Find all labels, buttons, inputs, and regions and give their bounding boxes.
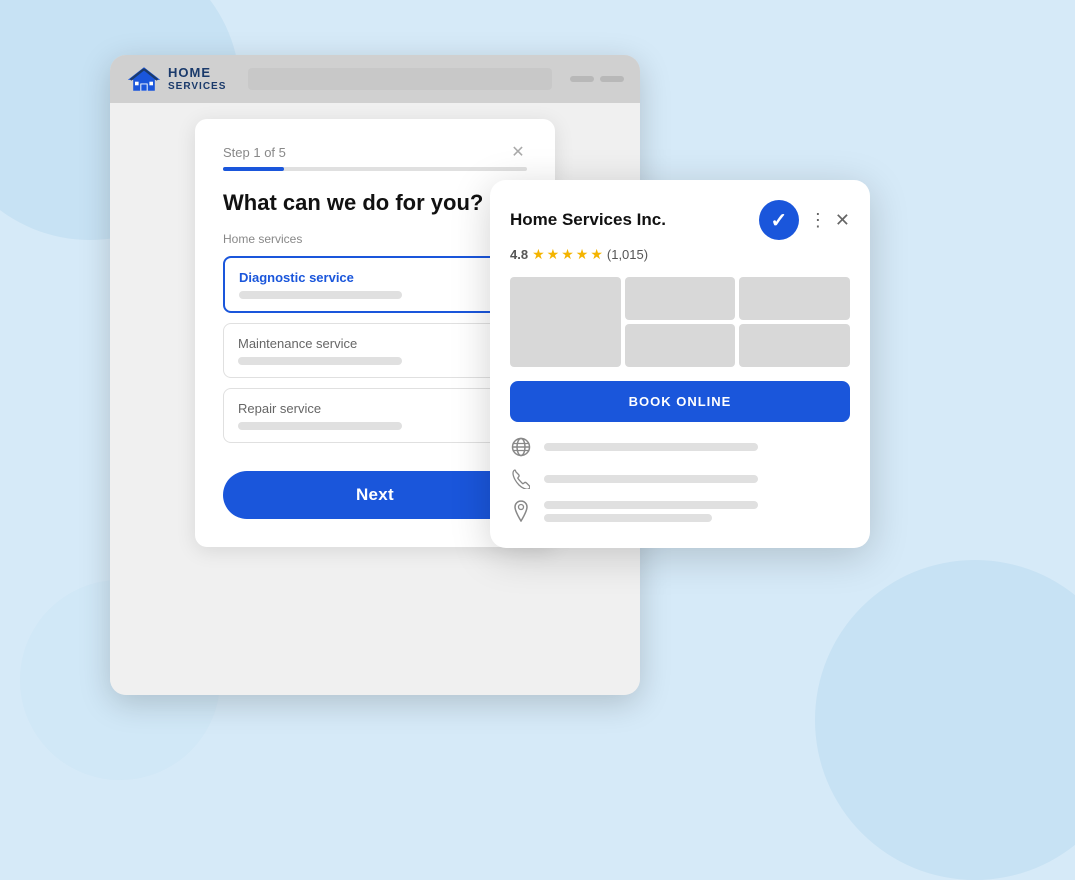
image-cell-2	[625, 277, 736, 320]
business-name: Home Services Inc.	[510, 210, 749, 230]
browser-header: HOME SERVICES	[110, 55, 640, 103]
progress-bar-fill	[223, 167, 284, 171]
bg-decoration-br	[815, 560, 1075, 880]
verified-check-icon: ✓	[771, 208, 788, 233]
book-online-button[interactable]: BOOK ONLINE	[510, 381, 850, 422]
service-option-maintenance[interactable]: Maintenance service	[223, 323, 527, 378]
rating-count: (1,015)	[607, 247, 648, 262]
rating-number: 4.8	[510, 247, 528, 262]
card-close-icon[interactable]: ✕	[835, 210, 850, 231]
progress-bar-track	[223, 167, 527, 171]
service-option-title-maintenance: Maintenance service	[238, 336, 512, 351]
info-row-location	[510, 500, 850, 522]
location-icon	[510, 500, 532, 522]
address-bar[interactable]	[248, 68, 552, 90]
info-line-2	[544, 475, 758, 483]
service-option-skeleton-3	[238, 422, 402, 430]
star-4: ★	[576, 246, 589, 263]
service-option-title-diagnostic: Diagnostic service	[239, 270, 511, 285]
phone-icon	[510, 468, 532, 490]
info-lines-phone	[544, 475, 850, 483]
browser-nav-dots	[570, 76, 624, 82]
info-row-website	[510, 436, 850, 458]
service-option-skeleton-1	[239, 291, 402, 299]
business-card: Home Services Inc. ✓ ⋮ ✕ 4.8 ★ ★ ★ ★ ★ (…	[490, 180, 870, 548]
nav-dot-1	[570, 76, 594, 82]
service-option-repair[interactable]: Repair service	[223, 388, 527, 443]
form-question: What can we do for you?	[223, 189, 527, 218]
nav-dot-2	[600, 76, 624, 82]
star-5: ★	[590, 246, 603, 263]
card-menu-icon[interactable]: ⋮	[809, 210, 827, 231]
step-label: Step 1 of 5	[223, 145, 286, 160]
brand-logo: HOME SERVICES	[126, 65, 226, 93]
rating-row: 4.8 ★ ★ ★ ★ ★ (1,015)	[510, 246, 850, 263]
form-section-label: Home services	[223, 232, 527, 246]
image-cell-3	[739, 277, 850, 320]
house-icon	[126, 65, 162, 93]
stars: ★ ★ ★ ★ ★	[532, 246, 603, 263]
next-button[interactable]: Next	[223, 471, 527, 519]
info-line-4	[544, 514, 712, 522]
info-line-1	[544, 443, 758, 451]
service-option-skeleton-2	[238, 357, 402, 365]
form-header: Step 1 of 5 ✕	[223, 143, 527, 161]
info-lines-location	[544, 501, 850, 522]
form-close-icon[interactable]: ✕	[509, 143, 527, 161]
star-3: ★	[561, 246, 574, 263]
info-lines-website	[544, 443, 850, 451]
brand-name: HOME SERVICES	[168, 66, 226, 91]
service-option-diagnostic[interactable]: Diagnostic service	[223, 256, 527, 313]
info-row-phone	[510, 468, 850, 490]
globe-icon	[510, 436, 532, 458]
image-cell-4	[625, 324, 736, 367]
verified-badge: ✓	[759, 200, 799, 240]
image-grid	[510, 277, 850, 367]
image-cell-5	[739, 324, 850, 367]
info-line-3	[544, 501, 758, 509]
star-1: ★	[532, 246, 545, 263]
star-2: ★	[547, 246, 560, 263]
image-cell-main	[510, 277, 621, 367]
service-option-title-repair: Repair service	[238, 401, 512, 416]
business-card-header: Home Services Inc. ✓ ⋮ ✕	[510, 200, 850, 240]
